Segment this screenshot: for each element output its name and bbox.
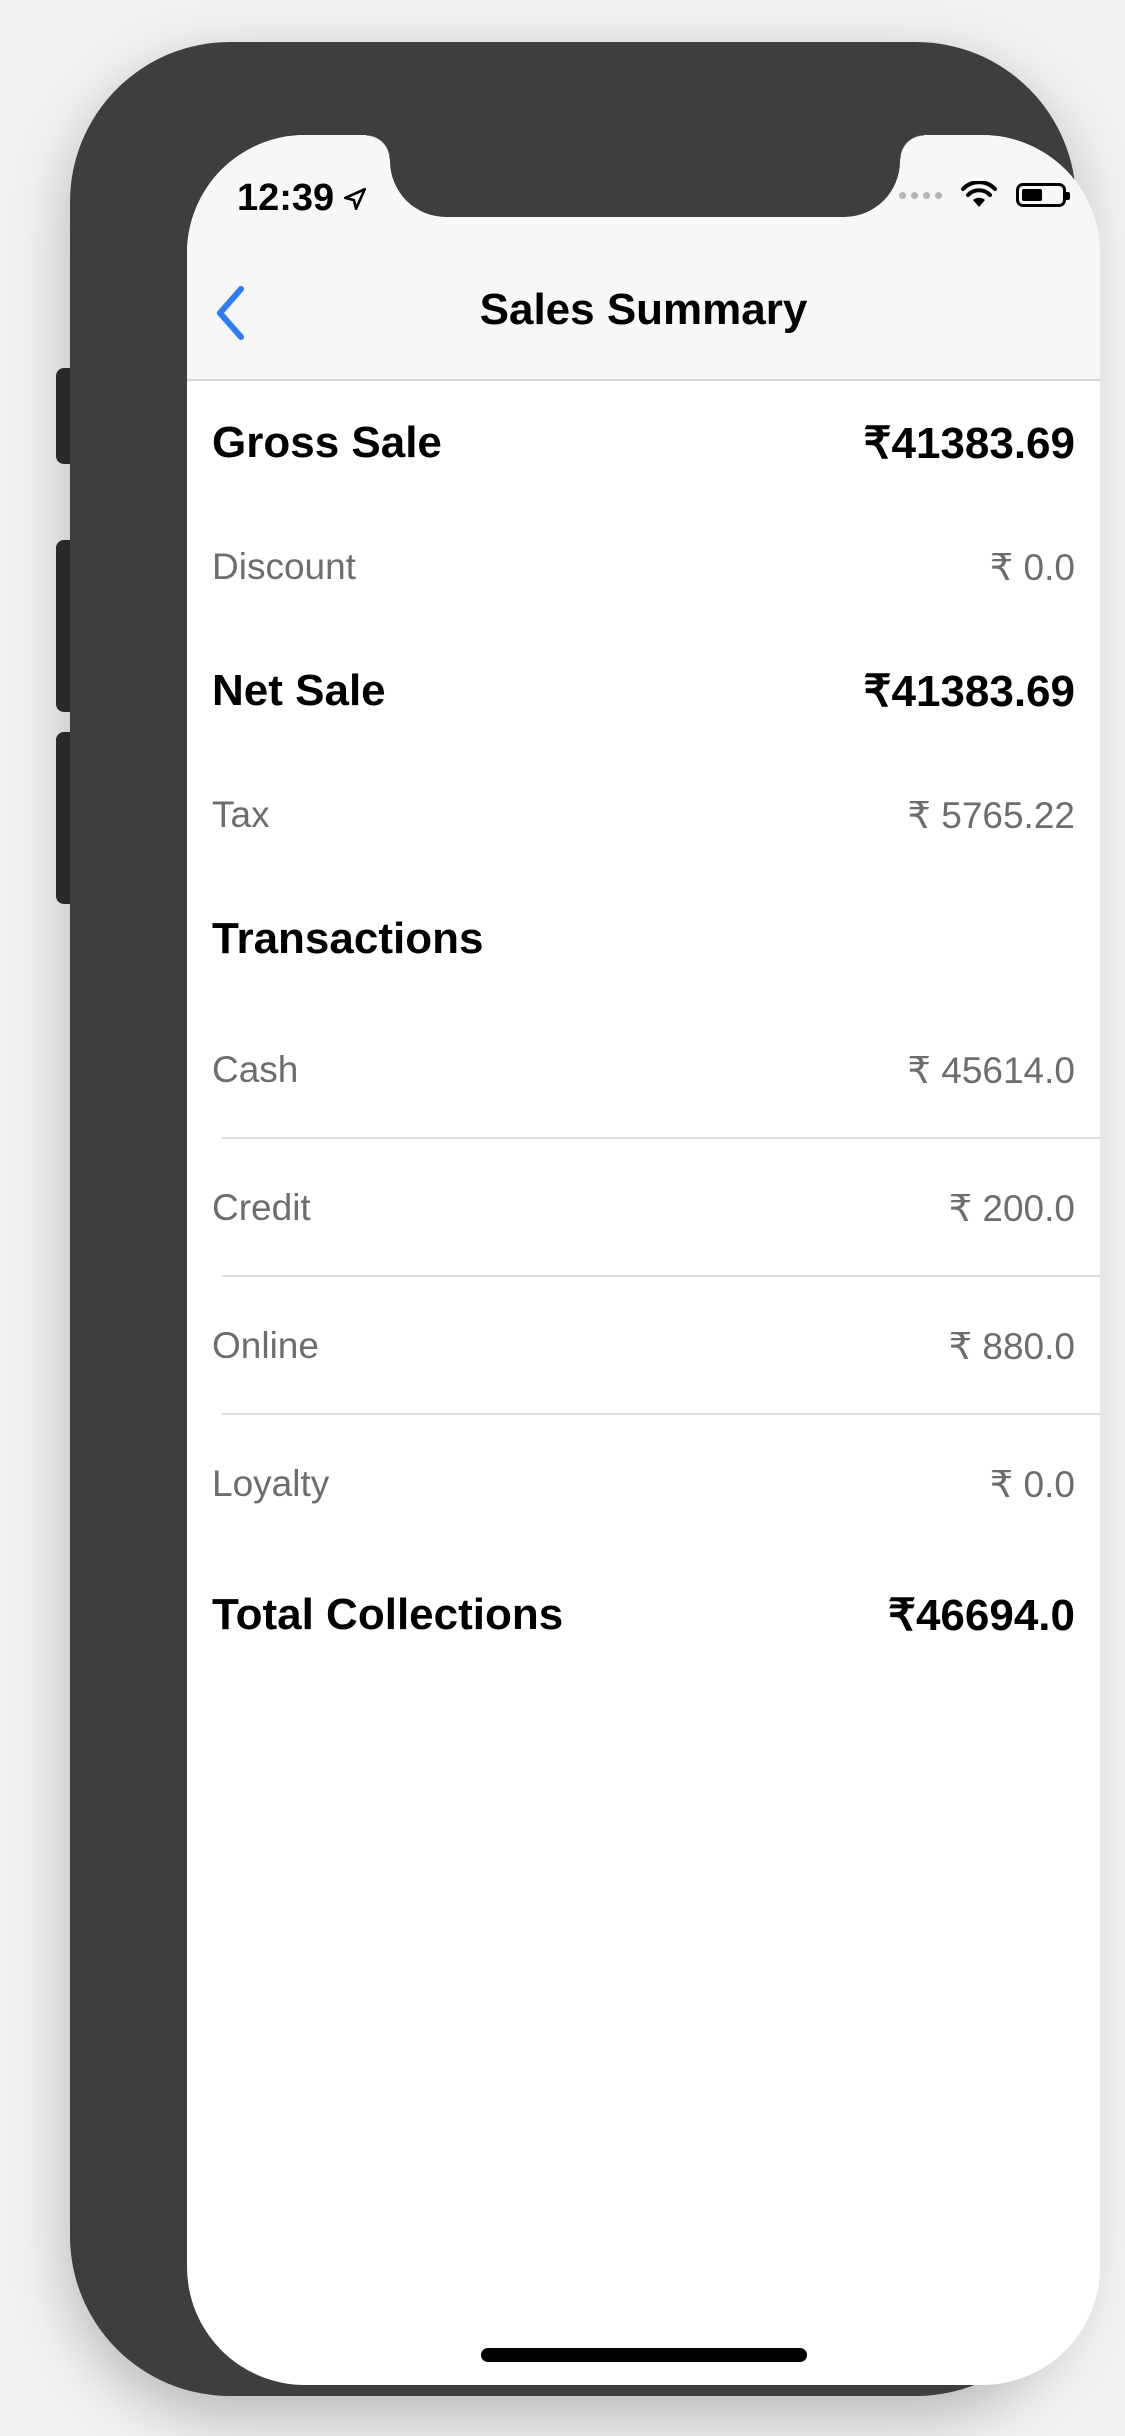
gross-sale-label: Gross Sale: [212, 418, 442, 467]
transactions-heading: Transactions: [212, 914, 484, 963]
status-indicators: [899, 181, 1070, 209]
status-time: 12:39: [237, 177, 368, 220]
transaction-row-online[interactable]: Online ₹ 880.0: [187, 1277, 1100, 1415]
net-sale-value: ₹41383.69: [863, 666, 1075, 716]
transactions-heading-row: Transactions: [187, 877, 1100, 1001]
discount-row: Discount ₹ 0.0: [187, 505, 1100, 629]
gross-sale-row: Gross Sale ₹41383.69: [187, 381, 1100, 505]
total-collections-row: Total Collections ₹46694.0: [187, 1553, 1100, 1677]
transaction-value: ₹ 45614.0: [907, 1049, 1075, 1091]
home-indicator[interactable]: [481, 2348, 807, 2362]
cellular-signal-icon: [899, 191, 942, 199]
total-collections-label: Total Collections: [212, 1590, 564, 1639]
tax-row: Tax ₹ 5765.22: [187, 753, 1100, 877]
transaction-row-cash[interactable]: Cash ₹ 45614.0: [187, 1001, 1100, 1139]
screen: 12:39 Sales Summary Gross Sale ₹41383.69…: [187, 135, 1100, 2385]
discount-value: ₹ 0.0: [989, 546, 1075, 588]
transaction-label: Loyalty: [212, 1463, 330, 1504]
page-title: Sales Summary: [479, 285, 808, 334]
gross-sale-value: ₹41383.69: [863, 418, 1075, 468]
notch: [366, 135, 924, 217]
discount-label: Discount: [212, 546, 356, 587]
transaction-label: Online: [212, 1325, 319, 1366]
wifi-icon: [961, 181, 997, 207]
transaction-label: Cash: [212, 1049, 299, 1090]
net-sale-label: Net Sale: [212, 666, 386, 715]
status-time-label: 12:39: [237, 177, 335, 219]
transaction-value: ₹ 200.0: [948, 1187, 1075, 1229]
battery-icon: [1016, 183, 1070, 207]
sales-summary-list: Gross Sale ₹41383.69 Discount ₹ 0.0 Net …: [187, 381, 1100, 1677]
tax-value: ₹ 5765.22: [907, 794, 1075, 836]
net-sale-row: Net Sale ₹41383.69: [187, 629, 1100, 753]
transaction-value: ₹ 0.0: [989, 1463, 1075, 1505]
phone-frame: 12:39 Sales Summary Gross Sale ₹41383.69…: [70, 42, 1100, 2396]
tax-label: Tax: [212, 794, 270, 835]
total-collections-value: ₹46694.0: [887, 1590, 1075, 1640]
transaction-row-loyalty[interactable]: Loyalty ₹ 0.0: [187, 1415, 1100, 1553]
transaction-row-credit[interactable]: Credit ₹ 200.0: [187, 1139, 1100, 1277]
location-arrow-icon: [344, 187, 367, 210]
transaction-label: Credit: [212, 1187, 311, 1228]
transaction-value: ₹ 880.0: [948, 1325, 1075, 1367]
